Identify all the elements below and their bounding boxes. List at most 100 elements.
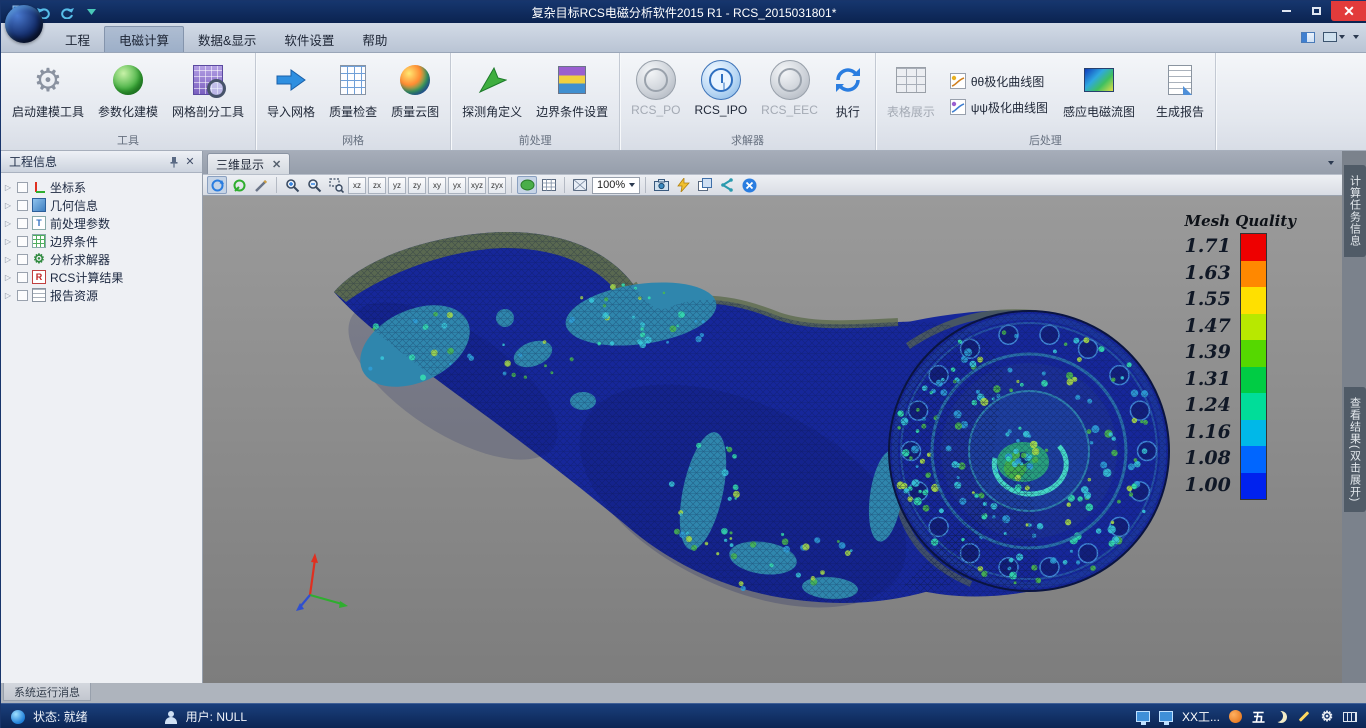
tree-item-geometry-info[interactable]: ▷ 几何信息 <box>3 196 202 214</box>
zoom-level-select[interactable]: 100% <box>592 177 640 194</box>
user-text: 用户: NULL <box>186 708 247 725</box>
view-button-iso[interactable]: xyz <box>468 177 486 194</box>
zoom-out-button[interactable] <box>304 176 324 194</box>
fit-view-button[interactable] <box>229 176 249 194</box>
view-button-xy[interactable]: xy <box>428 177 446 194</box>
export-view-button[interactable] <box>717 176 737 194</box>
checkbox[interactable] <box>17 236 28 247</box>
menu-tab-data-display[interactable]: 数据&显示 <box>184 26 270 52</box>
probe-angle-button[interactable]: 探测角定义 <box>455 56 529 132</box>
orbit-button[interactable] <box>207 176 227 194</box>
checkbox[interactable] <box>17 290 28 301</box>
expander-icon[interactable]: ▷ <box>3 273 13 282</box>
close-circle-icon <box>742 178 757 193</box>
menu-tab-settings[interactable]: 软件设置 <box>270 26 348 52</box>
gear-icon[interactable] <box>1320 710 1334 724</box>
view-button-zx[interactable]: zx <box>368 177 386 194</box>
checkbox[interactable] <box>17 200 28 211</box>
view-button-xz[interactable]: xz <box>348 177 366 194</box>
button-label: 执行 <box>836 103 860 120</box>
more-options-button[interactable] <box>1353 35 1359 39</box>
app-logo[interactable] <box>5 5 43 43</box>
expander-icon[interactable]: ▷ <box>3 201 13 210</box>
rcs-ipo-button[interactable]: RCS_IPO <box>687 56 754 132</box>
button-label: 质量云图 <box>391 103 439 120</box>
tree-item-solver[interactable]: ▷ 分析求解器 <box>3 250 202 268</box>
expander-icon[interactable]: ▷ <box>3 237 13 246</box>
view-button-zy[interactable]: zy <box>408 177 426 194</box>
moon-icon[interactable] <box>1274 710 1288 724</box>
viewport-toolbar: xz zx yz zy xy yx xyz zyx 100% <box>203 174 1342 196</box>
panel-close-button[interactable]: ✕ <box>182 154 198 170</box>
parametric-modeling-button[interactable]: 参数化建模 <box>91 56 165 132</box>
tab-close-icon[interactable]: ✕ <box>272 158 281 171</box>
tree-item-rcs-results[interactable]: ▷ R RCS计算结果 <box>3 268 202 286</box>
checkbox[interactable] <box>17 272 28 283</box>
expander-icon[interactable]: ▷ <box>3 291 13 300</box>
launch-modeling-tool-button[interactable]: 启动建模工具 <box>5 56 91 132</box>
ime-mode-button[interactable]: 五 <box>1252 707 1265 726</box>
menu-tab-project[interactable]: 工程 <box>51 26 104 52</box>
induced-current-map-button[interactable]: 感应电磁流图 <box>1056 56 1142 132</box>
tree-item-boundary-conditions[interactable]: ▷ 边界条件 <box>3 232 202 250</box>
tab-overflow-button[interactable] <box>1328 154 1334 168</box>
measure-button[interactable] <box>251 176 271 194</box>
view-results-vertical-tab[interactable]: 查看结果(双击展开) <box>1344 387 1366 512</box>
wireframe-mode-button[interactable] <box>570 176 590 194</box>
checkbox[interactable] <box>17 182 28 193</box>
minimize-button[interactable] <box>1271 1 1301 21</box>
ribbon-group-label: 求解器 <box>620 133 875 150</box>
close-view-button[interactable] <box>739 176 759 194</box>
zoom-in-button[interactable] <box>282 176 302 194</box>
pin-button[interactable] <box>166 154 182 170</box>
keyboard-icon[interactable] <box>1343 710 1357 724</box>
quality-contour-button[interactable]: 质量云图 <box>384 56 446 132</box>
zoom-window-button[interactable] <box>326 176 346 194</box>
highlight-button[interactable] <box>673 176 693 194</box>
pen-icon[interactable] <box>1297 710 1311 724</box>
tree-item-report-resources[interactable]: ▷ 报告资源 <box>3 286 202 304</box>
grid-mode-button[interactable] <box>539 176 559 194</box>
copy-view-button[interactable] <box>695 176 715 194</box>
ime-paw-icon[interactable] <box>1229 710 1243 724</box>
checkbox[interactable] <box>17 254 28 265</box>
camera-icon <box>654 179 669 191</box>
import-mesh-button[interactable]: 导入网格 <box>260 56 322 132</box>
close-button[interactable]: ✕ <box>1331 1 1366 21</box>
menu-tab-help[interactable]: 帮助 <box>348 26 401 52</box>
execute-button[interactable]: 执行 <box>825 56 871 132</box>
shaded-mode-button[interactable] <box>517 176 537 194</box>
redo-button[interactable] <box>59 4 75 20</box>
generate-report-button[interactable]: 生成报告 <box>1149 56 1211 132</box>
checkbox[interactable] <box>17 218 28 229</box>
qat-dropdown-icon[interactable] <box>83 4 99 20</box>
display-settings-button[interactable] <box>1323 32 1345 42</box>
viewport-tab-row: 三维显示 ✕ <box>203 151 1342 174</box>
capture-button[interactable] <box>651 176 671 194</box>
expander-icon[interactable]: ▷ <box>3 183 13 192</box>
tree-item-coordinate-system[interactable]: ▷ 坐标系 <box>3 178 202 196</box>
theta-polarization-curve-button[interactable]: θθ极化曲线图 <box>950 73 1048 90</box>
task-info-vertical-tab[interactable]: 计算任务信息 <box>1344 165 1366 257</box>
psi-polarization-curve-button[interactable]: ψψ极化曲线图 <box>950 99 1048 116</box>
maximize-button[interactable] <box>1301 1 1331 21</box>
mesh-partition-tool-button[interactable]: 网格剖分工具 <box>165 56 251 132</box>
system-message-tab[interactable]: 系统运行消息 <box>3 683 91 701</box>
quality-check-button[interactable]: 质量检查 <box>322 56 384 132</box>
monitor-icon[interactable] <box>1136 710 1150 724</box>
panel-toggle-button[interactable] <box>1301 32 1315 43</box>
tree-item-preprocess-params[interactable]: ▷ T 前处理参数 <box>3 214 202 232</box>
boundary-condition-button[interactable]: 边界条件设置 <box>529 56 615 132</box>
zoom-window-icon <box>329 178 344 193</box>
expander-icon[interactable]: ▷ <box>3 255 13 264</box>
status-text: 状态: 就绪 <box>33 708 88 725</box>
view-button-iso-back[interactable]: zyx <box>488 177 506 194</box>
view-button-yx[interactable]: yx <box>448 177 466 194</box>
view-button-yz[interactable]: yz <box>388 177 406 194</box>
monitor-icon[interactable] <box>1159 710 1173 724</box>
tab-3d-display[interactable]: 三维显示 ✕ <box>207 153 290 174</box>
expander-icon[interactable]: ▷ <box>3 219 13 228</box>
3d-viewport[interactable]: Mesh Quality 1.71 1.63 1.55 1.47 1.39 1.… <box>203 196 1342 683</box>
menu-tab-em-compute[interactable]: 电磁计算 <box>104 26 184 52</box>
gear-icon <box>34 62 63 98</box>
